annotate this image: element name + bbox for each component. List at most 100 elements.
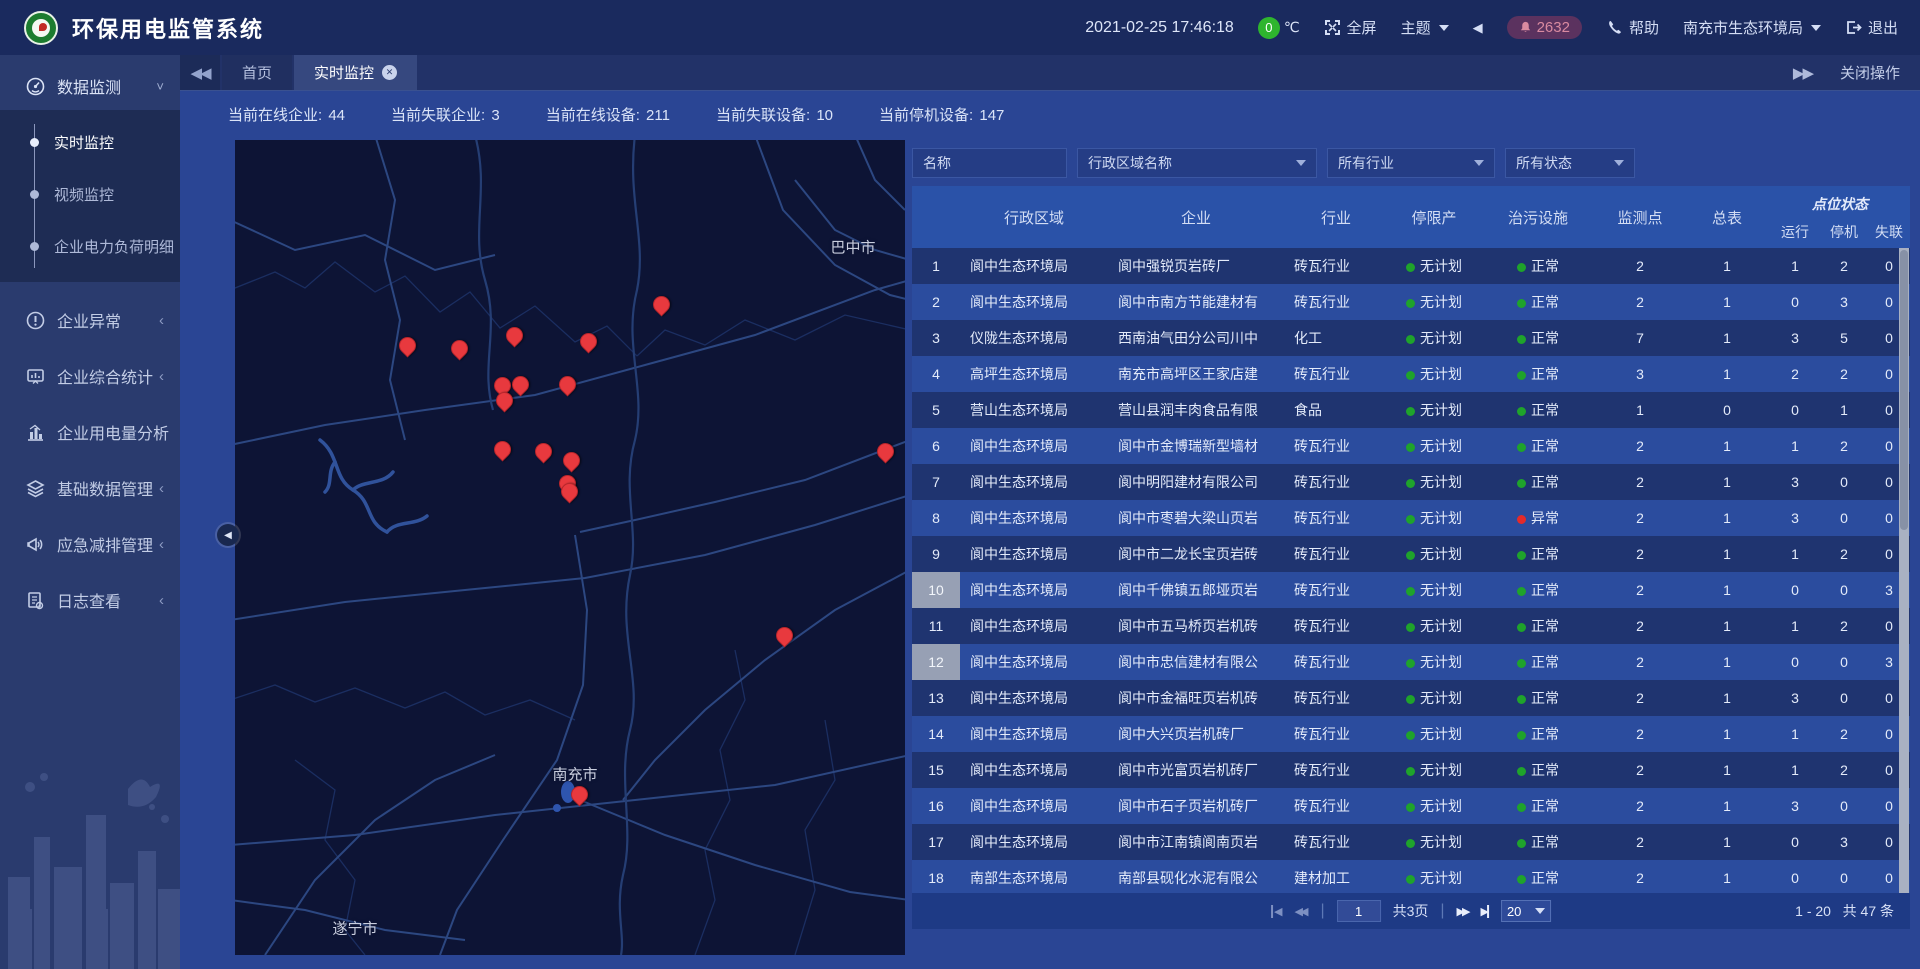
tab-0[interactable]: 首页	[222, 55, 292, 90]
table-row[interactable]: 15阆中生态环境局阆中市光富页岩机砖厂砖瓦行业无计划正常21120	[912, 752, 1910, 788]
prev-page-button[interactable]: ◀◀	[1295, 905, 1309, 918]
status-dot-green	[1517, 407, 1526, 416]
fullscreen-button[interactable]: 全屏	[1324, 17, 1377, 38]
status-dot-green	[1406, 479, 1415, 488]
notification-badge[interactable]: 2632	[1507, 16, 1582, 39]
cell-monitor: 2	[1596, 762, 1684, 778]
table-row[interactable]: 3仪陇生态环境局西南油气田分公司川中化工无计划正常71350	[912, 320, 1910, 356]
app-logo-icon	[24, 11, 58, 45]
mute-speaker-button[interactable]: ◀	[1473, 20, 1483, 36]
alert-circle-icon	[26, 311, 45, 330]
table-row[interactable]: 18南部生态环境局南部县砚化水泥有限公建材加工无计划正常21000	[912, 860, 1910, 893]
col-header-company: 企业	[1108, 186, 1284, 248]
cell-halt: 2	[1820, 546, 1868, 562]
cell-meter: 1	[1684, 330, 1770, 346]
col-header-stop: 停限产	[1388, 186, 1480, 248]
cell-run: 0	[1770, 654, 1820, 670]
tab-bar: ◀◀ 首页实时监控✕ ▶▶ 关闭操作	[180, 55, 1920, 91]
table-row[interactable]: 11阆中生态环境局阆中市五马桥页岩机砖砖瓦行业无计划正常21120	[912, 608, 1910, 644]
cell-meter: 1	[1684, 834, 1770, 850]
cell-run: 1	[1770, 546, 1820, 562]
cell-meter: 1	[1684, 690, 1770, 706]
sidebar-item-2[interactable]: 企业用电量分析‹	[0, 404, 180, 460]
table-row[interactable]: 12阆中生态环境局阆中市忠信建材有限公砖瓦行业无计划正常21003	[912, 644, 1910, 680]
cell-region: 阆中生态环境局	[960, 652, 1108, 672]
sidebar-item-3[interactable]: 基础数据管理‹	[0, 460, 180, 516]
first-page-button[interactable]: ◀	[1271, 905, 1282, 918]
sidebar-submenu: 实时监控视频监控企业电力负荷明细	[0, 110, 180, 282]
status-dot-green	[1406, 623, 1415, 632]
sidebar-item-data-monitoring[interactable]: 数据监测 ˅	[0, 62, 180, 110]
cell-text: 无计划	[1420, 798, 1462, 814]
cell-run: 0	[1770, 582, 1820, 598]
panel-collapse-button[interactable]: ◀	[217, 524, 239, 546]
cell-meter: 0	[1684, 402, 1770, 418]
cell-company: 阆中市五马桥页岩机砖	[1108, 616, 1284, 636]
region-filter-select[interactable]: 行政区域名称	[1077, 148, 1317, 178]
table-row[interactable]: 13阆中生态环境局阆中市金福旺页岩机砖砖瓦行业无计划正常21300	[912, 680, 1910, 716]
cell-facility: 正常	[1480, 616, 1596, 636]
sidebar-item-0[interactable]: 企业异常‹	[0, 292, 180, 348]
cell-text: 正常	[1531, 546, 1559, 562]
map-panel[interactable]: 巴中市南充市遂宁市	[235, 140, 905, 955]
table-row[interactable]: 17阆中生态环境局阆中市江南镇阆南页岩砖瓦行业无计划正常21030	[912, 824, 1910, 860]
table-row[interactable]: 5营山生态环境局营山县润丰肉食品有限食品无计划正常10010	[912, 392, 1910, 428]
cell-num: 8	[912, 500, 960, 536]
exit-icon	[1845, 19, 1862, 36]
org-dropdown[interactable]: 南充市生态环境局	[1683, 17, 1821, 38]
table-row[interactable]: 14阆中生态环境局阆中大兴页岩机砖厂砖瓦行业无计划正常21120	[912, 716, 1910, 752]
sidebar-subitem-1[interactable]: 视频监控	[0, 168, 180, 220]
city-skyline-decoration	[0, 759, 180, 969]
tabs-scroll-left-button[interactable]: ◀◀	[180, 55, 220, 90]
cell-run: 1	[1770, 762, 1820, 778]
scrollbar-thumb[interactable]	[1900, 250, 1908, 530]
last-page-button[interactable]: ▶	[1480, 905, 1488, 918]
theme-dropdown[interactable]: 主题	[1401, 17, 1449, 38]
cell-stop: 无计划	[1388, 400, 1480, 420]
bar-chart-icon	[26, 423, 45, 442]
status-filter-select[interactable]: 所有状态	[1505, 148, 1635, 178]
page-number-input[interactable]	[1337, 900, 1381, 922]
cell-industry: 砖瓦行业	[1284, 364, 1388, 384]
tab-1[interactable]: 实时监控✕	[294, 55, 417, 90]
sidebar-subitem-2[interactable]: 企业电力负荷明细	[0, 220, 180, 272]
sidebar: 数据监测 ˅ 实时监控视频监控企业电力负荷明细 企业异常‹企业综合统计‹企业用电…	[0, 55, 180, 969]
cell-region: 阆中生态环境局	[960, 580, 1108, 600]
exit-button[interactable]: 退出	[1845, 17, 1898, 38]
close-operations-button[interactable]: 关闭操作	[1840, 62, 1900, 83]
status-dot-green	[1406, 263, 1415, 272]
cell-region: 阆中生态环境局	[960, 616, 1108, 636]
sidebar-item-1[interactable]: 企业综合统计‹	[0, 348, 180, 404]
table-scrollbar[interactable]	[1899, 248, 1909, 893]
cell-text: 无计划	[1420, 834, 1462, 850]
table-row[interactable]: 2阆中生态环境局阆中市南方节能建材有砖瓦行业无计划正常21030	[912, 284, 1910, 320]
tabs-scroll-right-button[interactable]: ▶▶	[1793, 64, 1812, 82]
cell-facility: 正常	[1480, 796, 1596, 816]
page-size-select[interactable]: 20	[1501, 900, 1551, 922]
table-row[interactable]: 1阆中生态环境局阆中强锐页岩砖厂砖瓦行业无计划正常21120	[912, 248, 1910, 284]
table-row[interactable]: 10阆中生态环境局阆中千佛镇五郎垭页岩砖瓦行业无计划正常21003	[912, 572, 1910, 608]
sidebar-subitem-0[interactable]: 实时监控	[0, 116, 180, 168]
table-row[interactable]: 4高坪生态环境局南充市高坪区王家店建砖瓦行业无计划正常31220	[912, 356, 1910, 392]
cell-halt: 0	[1820, 510, 1868, 526]
cell-company: 阆中市金博瑞新型墙材	[1108, 436, 1284, 456]
next-page-button[interactable]: ▶▶	[1457, 905, 1471, 918]
table-row[interactable]: 16阆中生态环境局阆中市石子页岩机砖厂砖瓦行业无计划正常21300	[912, 788, 1910, 824]
industry-filter-select[interactable]: 所有行业	[1327, 148, 1495, 178]
chevron-left-icon: ◀	[224, 530, 232, 541]
cell-meter: 1	[1684, 510, 1770, 526]
sidebar-item-5[interactable]: 日志查看‹	[0, 572, 180, 628]
cell-company: 阆中市枣碧大梁山页岩	[1108, 508, 1284, 528]
sidebar-item-4[interactable]: 应急减排管理‹	[0, 516, 180, 572]
cell-industry: 砖瓦行业	[1284, 508, 1388, 528]
table-row[interactable]: 9阆中生态环境局阆中市二龙长宝页岩砖砖瓦行业无计划正常21120	[912, 536, 1910, 572]
close-tab-icon[interactable]: ✕	[382, 65, 397, 80]
cell-text: 无计划	[1420, 294, 1462, 310]
table-row[interactable]: 6阆中生态环境局阆中市金博瑞新型墙材砖瓦行业无计划正常21120	[912, 428, 1910, 464]
sidebar-item-label: 数据监测	[57, 74, 121, 98]
table-row[interactable]: 8阆中生态环境局阆中市枣碧大梁山页岩砖瓦行业无计划异常21300	[912, 500, 1910, 536]
help-button[interactable]: 帮助	[1606, 17, 1659, 38]
col-header-region: 行政区域	[960, 186, 1108, 248]
table-row[interactable]: 7阆中生态环境局阆中明阳建材有限公司砖瓦行业无计划正常21300	[912, 464, 1910, 500]
name-filter-input[interactable]	[923, 155, 1056, 171]
